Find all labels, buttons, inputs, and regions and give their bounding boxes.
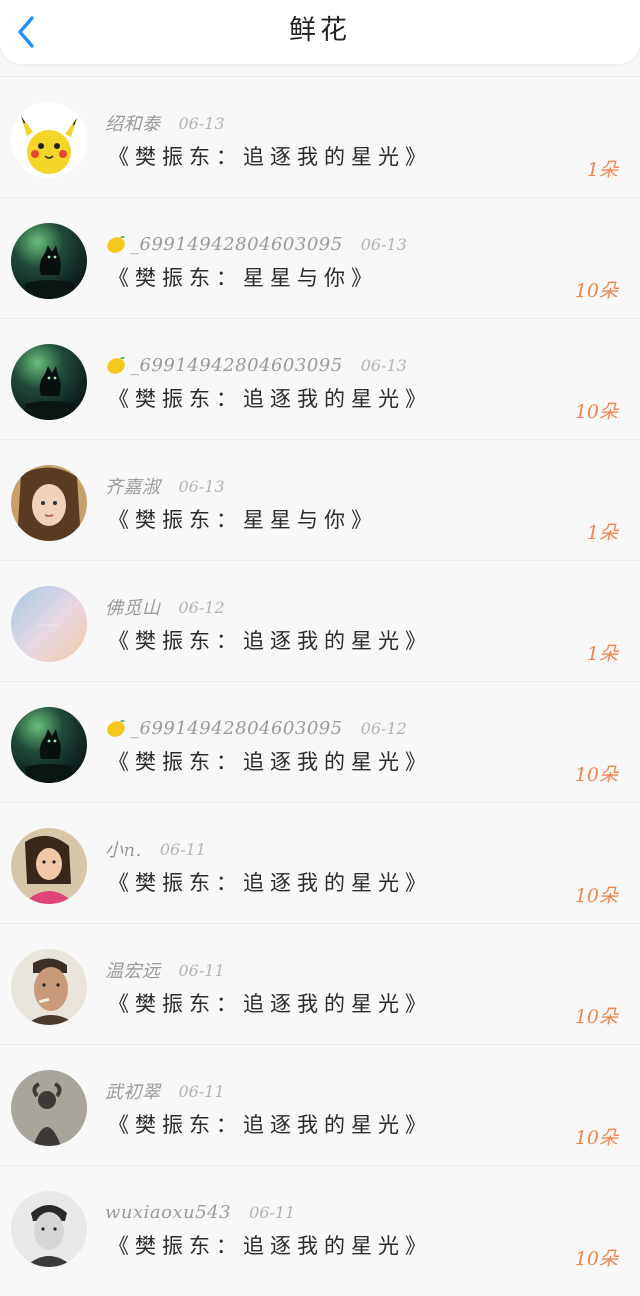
flower-count: 10朵 [574,1006,618,1028]
user-name: 武初翠 [105,1082,161,1103]
list-item[interactable]: 齐嘉淑 06-13 《樊振东：星星与你》 1朵 [0,440,640,561]
avatar[interactable]: ᵕ ᵕ ᵕ ᵕ ᵕ [11,586,87,662]
avatar[interactable] [11,223,87,299]
item-meta: _6991494280460309​5 06-12 [105,716,407,740]
work-title: 《樊振东：追逐我的星光》 [108,992,432,1016]
page: 鲜花 绍和泰 06-13 《樊振东：追逐我的星光》 1朵 _6991494280… [0,0,640,1296]
flower-count: 1朵 [586,159,618,181]
work-title: 《樊振东：追逐我的星光》 [108,629,432,653]
gift-date: 06-12 [178,597,225,617]
avatar[interactable] [11,828,87,904]
user-name: 佛觅山 [105,598,161,619]
list-item[interactable]: _6991494280460309​5 06-13 《樊振东：星星与你》 10朵 [0,198,640,319]
list-item[interactable]: 武初翠 06-11 《樊振东：追逐我的星光》 10朵 [0,1045,640,1166]
gift-date: 06-13 [360,234,407,254]
list-item[interactable]: _6991494280460309​5 06-12 《樊振东：追逐我的星光》 1… [0,682,640,803]
item-meta: wuxiaoxu543 06-11 [105,1200,295,1224]
flower-count: 10朵 [574,885,618,907]
list-item[interactable]: ᵕ ᵕ ᵕ ᵕ ᵕ 佛觅山 06-12 《樊振东：追逐我的星光》 1朵 [0,561,640,682]
work-title: 《樊振东：星星与你》 [108,508,378,532]
flower-count: 10朵 [574,1127,618,1149]
user-name: _6991494280460309​5 [130,354,343,376]
work-title: 《樊振东：追逐我的星光》 [108,145,432,169]
item-meta: 绍和泰 06-13 [105,111,225,136]
item-meta: 温宏远 06-11 [105,958,225,983]
item-meta: _6991494280460309​5 06-13 [105,232,407,256]
avatar[interactable] [11,1191,87,1267]
gift-date: 06-11 [178,960,225,980]
work-title: 《樊振东：追逐我的星光》 [108,871,432,895]
work-title: 《樊振东：追逐我的星光》 [108,387,432,411]
flower-count: 10朵 [574,764,618,786]
work-title: 《樊振东：星星与你》 [108,266,378,290]
user-name: _6991494280460309​5 [130,717,343,739]
gift-date: 06-11 [178,1081,225,1101]
list-item[interactable]: 绍和泰 06-13 《樊振东：追逐我的星光》 1朵 [0,77,640,198]
item-meta: 小n. 06-11 [105,837,206,862]
flower-count: 10朵 [574,1248,618,1270]
work-title: 《樊振东：追逐我的星光》 [108,1234,432,1258]
avatar[interactable] [11,707,87,783]
page-title: 鲜花 [289,15,351,46]
gift-list: 绍和泰 06-13 《樊振东：追逐我的星光》 1朵 _6991494280460… [0,76,640,1287]
avatar[interactable] [11,949,87,1025]
item-meta: 武初翠 06-11 [105,1079,225,1104]
list-item[interactable]: _6991494280460309​5 06-13 《樊振东：追逐我的星光》 1… [0,319,640,440]
item-meta: 佛觅山 06-12 [105,595,225,620]
work-title: 《樊振东：追逐我的星光》 [108,750,432,774]
item-meta: 齐嘉淑 06-13 [105,474,225,499]
user-name: _6991494280460309​5 [130,233,343,255]
gift-date: 06-11 [249,1202,296,1222]
flower-count: 1朵 [586,643,618,665]
work-title: 《樊振东：追逐我的星光》 [108,1113,432,1137]
list-item[interactable]: 小n. 06-11 《樊振东：追逐我的星光》 10朵 [0,803,640,924]
gift-date: 06-11 [159,839,206,859]
gift-date: 06-13 [360,355,407,375]
gift-date: 06-13 [178,113,225,133]
avatar[interactable] [11,465,87,541]
user-name: 小n. [105,840,142,861]
avatar[interactable] [11,344,87,420]
list-item[interactable]: 温宏远 06-11 《樊振东：追逐我的星光》 10朵 [0,924,640,1045]
user-name: 齐嘉淑 [105,477,161,498]
user-name: wuxiaoxu543 [105,1201,232,1223]
item-meta: _6991494280460309​5 06-13 [105,353,407,377]
list-item[interactable]: wuxiaoxu543 06-11 《樊振东：追逐我的星光》 10朵 [0,1166,640,1287]
gift-date: 06-12 [360,718,407,738]
user-name: 温宏远 [105,961,161,982]
lemon-icon [105,233,127,255]
nav-header: 鲜花 [0,0,640,64]
user-name: 绍和泰 [105,114,161,135]
avatar[interactable] [11,102,87,178]
flower-count: 10朵 [574,401,618,423]
svg-text:ᵕ ᵕ ᵕ ᵕ ᵕ: ᵕ ᵕ ᵕ ᵕ ᵕ [39,622,60,629]
lemon-icon [105,717,127,739]
avatar[interactable] [11,1070,87,1146]
gift-date: 06-13 [178,476,225,496]
lemon-icon [105,354,127,376]
flower-count: 10朵 [574,280,618,302]
flower-count: 1朵 [586,522,618,544]
